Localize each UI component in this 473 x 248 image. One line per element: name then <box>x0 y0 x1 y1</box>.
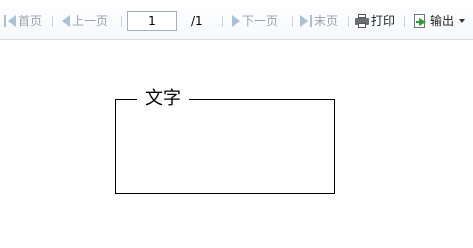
prev-page-arrow-icon <box>62 15 70 27</box>
last-page-arrow-icon <box>300 15 308 27</box>
text-group-box <box>115 99 335 194</box>
export-button[interactable]: 输出 <box>414 12 466 30</box>
print-label: 打印 <box>371 14 396 28</box>
first-page-label: 首页 <box>18 14 43 28</box>
last-page-label: 末页 <box>314 14 339 28</box>
last-page-button[interactable]: 末页 <box>300 12 338 30</box>
toolbar-separator <box>348 16 349 27</box>
prev-page-label: 上一页 <box>72 14 109 28</box>
first-page-bar-icon <box>4 15 6 27</box>
group-box-label: 文字 <box>137 87 189 111</box>
prev-page-button[interactable]: 上一页 <box>62 12 108 30</box>
page-number-input[interactable] <box>127 11 177 31</box>
print-button[interactable]: 打印 <box>355 12 395 30</box>
toolbar-separator <box>292 16 293 27</box>
chevron-down-icon[interactable] <box>459 19 466 23</box>
export-icon <box>414 13 428 29</box>
first-page-button[interactable]: 首页 <box>4 12 42 30</box>
next-page-label: 下一页 <box>242 14 279 28</box>
toolbar-separator <box>404 16 405 27</box>
next-page-button[interactable]: 下一页 <box>232 12 278 30</box>
toolbar-separator <box>121 16 122 27</box>
toolbar-separator <box>222 16 223 27</box>
last-page-bar-icon <box>310 15 312 27</box>
toolbar-separator <box>52 16 53 27</box>
next-page-arrow-icon <box>232 15 240 27</box>
report-toolbar: 首页 上一页 /1 下一页 末页 打印 输出 <box>0 0 473 40</box>
printer-icon <box>355 14 369 28</box>
page-total-text: /1 <box>191 14 203 28</box>
first-page-arrow-icon <box>8 15 16 27</box>
export-label: 输出 <box>430 14 455 28</box>
